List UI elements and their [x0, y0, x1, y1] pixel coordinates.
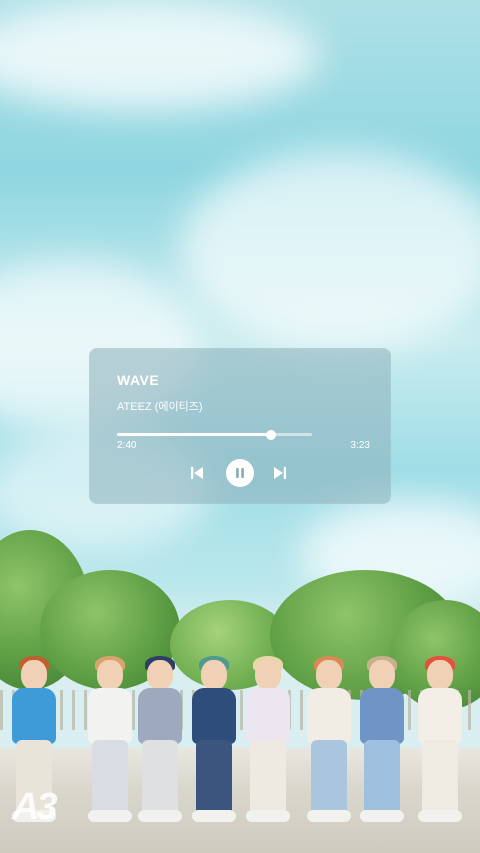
person	[414, 656, 466, 830]
skip-next-icon	[274, 467, 286, 479]
railing	[0, 690, 480, 730]
person-shoes	[246, 810, 290, 822]
person-torso	[192, 688, 236, 744]
person-head	[316, 660, 342, 690]
person-legs	[364, 740, 400, 816]
cloud	[0, 0, 320, 110]
progress-thumb[interactable]	[266, 429, 277, 440]
person-torso	[12, 688, 56, 744]
person-shoes	[360, 810, 404, 822]
person-torso	[307, 688, 351, 744]
progress-fill	[117, 433, 272, 436]
next-button[interactable]	[271, 464, 289, 482]
person-head	[147, 660, 173, 690]
person	[134, 656, 186, 830]
person-head	[201, 660, 227, 690]
watermark-logo: A3	[12, 786, 58, 828]
person-head	[369, 660, 395, 690]
person-head	[21, 660, 47, 690]
person-torso	[360, 688, 404, 744]
person-legs	[250, 740, 286, 816]
person	[84, 656, 136, 830]
song-title: WAVE	[117, 372, 160, 388]
person	[242, 656, 294, 830]
person-torso	[138, 688, 182, 744]
person-head	[97, 660, 123, 690]
artist-name: ATEEZ (에이티즈)	[117, 401, 203, 413]
skip-previous-icon	[191, 467, 203, 479]
person-legs	[92, 740, 128, 816]
person-head	[255, 660, 281, 690]
person-legs	[311, 740, 347, 816]
person-torso	[418, 688, 462, 744]
music-player-card: WAVE ATEEZ (에이티즈) 2:40 3:23	[89, 348, 391, 504]
playback-controls	[89, 458, 391, 488]
wallpaper-screen: WAVE ATEEZ (에이티즈) 2:40 3:23 A3	[0, 0, 480, 853]
person-shoes	[138, 810, 182, 822]
person-legs	[196, 740, 232, 816]
cloud	[180, 150, 480, 350]
time-elapsed: 2:40	[117, 440, 137, 451]
progress-bar[interactable]	[117, 429, 312, 440]
pause-icon	[236, 468, 244, 478]
person-shoes	[88, 810, 132, 822]
person-torso	[246, 688, 290, 744]
person-head	[427, 660, 453, 690]
person-torso	[88, 688, 132, 744]
person-shoes	[307, 810, 351, 822]
person-legs	[142, 740, 178, 816]
person-shoes	[192, 810, 236, 822]
pause-button[interactable]	[226, 459, 254, 487]
person	[188, 656, 240, 830]
previous-button[interactable]	[188, 464, 206, 482]
person	[303, 656, 355, 830]
person-shoes	[418, 810, 462, 822]
wall	[0, 748, 480, 853]
person	[356, 656, 408, 830]
person-legs	[422, 740, 458, 816]
time-total: 3:23	[350, 440, 370, 451]
